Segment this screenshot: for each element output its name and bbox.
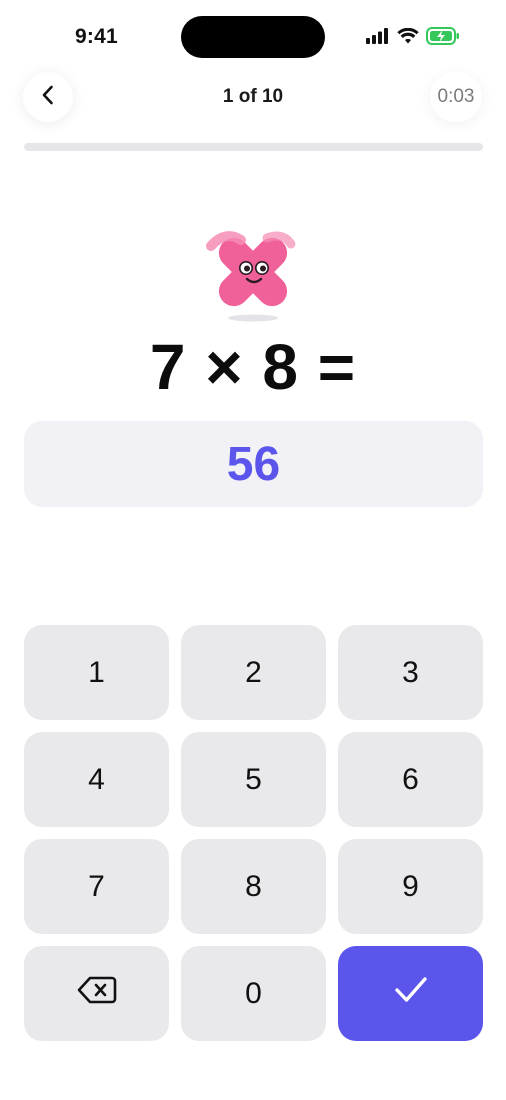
answer-value: 56 xyxy=(226,437,281,491)
question-equation: 7 × 8 = xyxy=(149,331,357,403)
number-keypad: 1 2 3 4 5 6 7 8 9 0 xyxy=(24,625,483,1041)
key-5[interactable]: 5 xyxy=(181,732,326,827)
checkmark-icon xyxy=(393,975,429,1013)
cellular-signal-icon xyxy=(366,28,390,44)
backspace-icon xyxy=(77,975,117,1013)
key-4[interactable]: 4 xyxy=(24,732,169,827)
key-7[interactable]: 7 xyxy=(24,839,169,934)
key-1[interactable]: 1 xyxy=(24,625,169,720)
wifi-icon xyxy=(397,28,419,44)
status-time: 9:41 xyxy=(75,25,118,48)
key-9[interactable]: 9 xyxy=(338,839,483,934)
key-2[interactable]: 2 xyxy=(181,625,326,720)
dynamic-island xyxy=(181,16,325,58)
battery-charging-icon xyxy=(426,27,460,45)
progress-bar xyxy=(24,143,483,151)
status-bar: 9:41 xyxy=(0,0,506,76)
key-3[interactable]: 3 xyxy=(338,625,483,720)
key-0[interactable]: 0 xyxy=(181,946,326,1041)
submit-button[interactable] xyxy=(338,946,483,1041)
key-8[interactable]: 8 xyxy=(181,839,326,934)
quiz-header: 1 of 10 0:03 xyxy=(0,72,506,124)
timer: 0:03 xyxy=(430,72,482,122)
multiply-mascot-icon xyxy=(205,226,301,326)
answer-display[interactable]: 56 xyxy=(24,421,483,507)
backspace-button[interactable] xyxy=(24,946,169,1041)
key-6[interactable]: 6 xyxy=(338,732,483,827)
status-icons xyxy=(366,27,460,45)
